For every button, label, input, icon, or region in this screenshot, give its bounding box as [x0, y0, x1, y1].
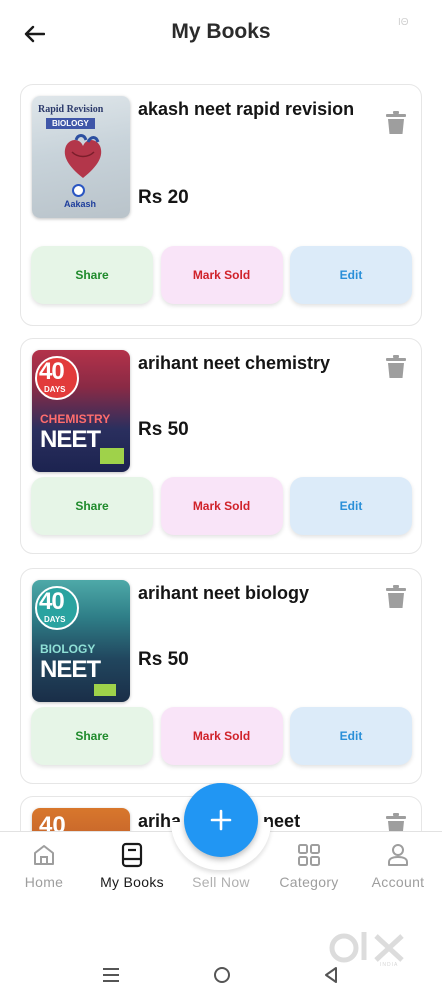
- book-card: 40 DAYS CHEMISTRY NEET arihant neet chem…: [20, 338, 422, 554]
- nav-item-my-books[interactable]: My Books: [88, 842, 176, 894]
- cover-number: 40: [39, 358, 65, 385]
- nav-label: Home: [24, 874, 64, 890]
- book-title[interactable]: akash neet rapid revision: [138, 97, 368, 121]
- cover-exam: NEET: [40, 656, 101, 683]
- cover-sticker: [94, 684, 116, 696]
- nav-label: Account: [371, 874, 425, 890]
- cover-brand-text: Aakash: [64, 199, 97, 209]
- plus-icon: [208, 842, 234, 868]
- book-icon: [119, 842, 145, 868]
- mark-sold-button[interactable]: Mark Sold: [160, 707, 283, 765]
- book-title[interactable]: arihant neet biology: [138, 581, 368, 605]
- edit-button[interactable]: Edit: [290, 477, 412, 535]
- home-icon: [31, 842, 57, 868]
- book-cover-image[interactable]: 40 DAYS CHEMISTRY NEET: [32, 350, 130, 472]
- edit-button[interactable]: Edit: [290, 246, 412, 304]
- user-icon: [385, 842, 411, 868]
- cover-band-text: BIOLOGY: [46, 118, 95, 129]
- trash-icon[interactable]: [385, 355, 407, 379]
- book-title[interactable]: arihant neet chemistry: [138, 351, 368, 375]
- nav-item-home[interactable]: Home: [0, 842, 88, 894]
- nav-label: Sell Now: [192, 874, 250, 890]
- olx-tag: INDIA: [380, 962, 399, 968]
- card-actions: Share Mark Sold Edit: [31, 477, 412, 535]
- edit-button[interactable]: Edit: [290, 707, 412, 765]
- nav-item-account[interactable]: Account: [354, 842, 442, 894]
- book-cover-image[interactable]: 40: [32, 808, 130, 831]
- home-system-button[interactable]: [210, 962, 234, 988]
- share-button[interactable]: Share: [31, 707, 153, 765]
- nav-label: Category: [279, 874, 339, 890]
- nav-item-sell-now[interactable]: Sell Now: [177, 842, 265, 894]
- circle-icon: [214, 967, 230, 983]
- cover-exam: NEET: [40, 426, 101, 453]
- grid-icon: [296, 842, 322, 868]
- cover-subject: BIOLOGY: [40, 642, 96, 656]
- cover-number: 40: [39, 588, 65, 615]
- cover-days: DAYS: [44, 385, 66, 394]
- cover-subject: CHEMISTRY: [40, 412, 111, 426]
- share-button[interactable]: Share: [31, 477, 153, 535]
- card-actions: Share Mark Sold Edit: [31, 246, 412, 304]
- triangle-back-icon: [325, 967, 337, 983]
- book-cover-image[interactable]: Rapid Revision BIOLOGY Aakash: [32, 96, 130, 218]
- cover-days: DAYS: [44, 615, 66, 624]
- card-actions: Share Mark Sold Edit: [31, 707, 412, 765]
- trash-icon[interactable]: [385, 585, 407, 609]
- share-button[interactable]: Share: [31, 246, 153, 304]
- aakash-logo-icon: [72, 184, 85, 197]
- back-system-button[interactable]: [320, 962, 342, 988]
- trash-icon[interactable]: [385, 111, 407, 135]
- book-price: Rs 50: [138, 649, 189, 670]
- cover-number: 40: [39, 812, 66, 831]
- plus-icon: [210, 809, 232, 831]
- nav-item-category[interactable]: Category: [265, 842, 353, 894]
- menu-lines-icon: [103, 968, 119, 982]
- book-list[interactable]: Rapid Revision BIOLOGY Aakash akash neet…: [0, 66, 442, 831]
- book-price: Rs 20: [138, 187, 189, 208]
- trash-icon[interactable]: [385, 813, 407, 831]
- app-header: My Books ΙΘ: [0, 0, 442, 66]
- nav-label: My Books: [100, 874, 164, 890]
- heart-illustration: [64, 134, 102, 178]
- page-title: My Books: [171, 20, 271, 43]
- status-indicator: ΙΘ: [398, 17, 409, 28]
- recents-button[interactable]: [100, 962, 122, 988]
- cover-sticker: [100, 448, 124, 464]
- mark-sold-button[interactable]: Mark Sold: [160, 246, 283, 304]
- book-cover-image[interactable]: 40 DAYS BIOLOGY NEET: [32, 580, 130, 702]
- book-card: Rapid Revision BIOLOGY Aakash akash neet…: [20, 84, 422, 326]
- book-price: Rs 50: [138, 419, 189, 440]
- book-card: 40 DAYS BIOLOGY NEET arihant neet biolog…: [20, 568, 422, 784]
- cover-top-text: Rapid Revision: [38, 104, 104, 115]
- mark-sold-button[interactable]: Mark Sold: [160, 477, 283, 535]
